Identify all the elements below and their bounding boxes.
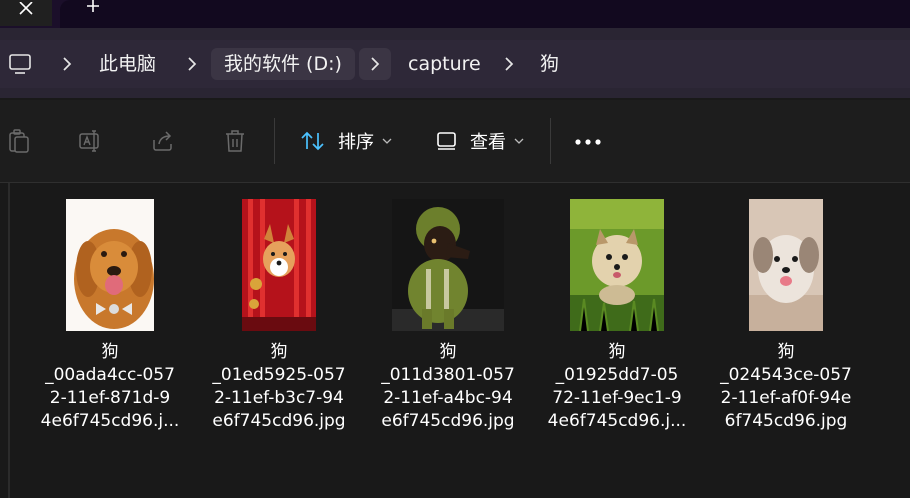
file-thumbnail [242,199,316,331]
this-pc-icon[interactable] [8,52,32,76]
sort-label: 排序 [338,132,374,153]
file-name: 狗 _01925dd7-05 72-11ef-9ec1-9 4e6f745cd9… [547,342,687,431]
chevron-right-icon[interactable] [185,56,199,72]
view-icon [437,132,456,150]
file-item[interactable]: 狗 _01ed5925-057 2-11ef-b3c7-94 e6f745cd9… [194,183,364,443]
file-list: 狗 _00ada4cc-057 2-11ef-871d-9 4e6f745cd9… [0,183,910,498]
file-item[interactable]: 狗 _00ada4cc-057 2-11ef-871d-9 4e6f745cd9… [25,183,195,443]
navigation-pane-edge [8,183,10,498]
file-thumbnail [749,199,823,331]
share-icon[interactable] [150,128,176,154]
rename-icon[interactable] [78,128,104,154]
more-options-icon[interactable] [574,138,602,146]
file-item[interactable]: 狗 _011d3801-057 2-11ef-a4bc-94 e6f745cd9… [363,183,533,443]
new-tab-area [60,0,910,28]
delete-icon[interactable] [222,128,248,154]
file-thumbnail [392,199,504,331]
command-bar: 排序 查看 [0,100,910,183]
sort-button[interactable]: 排序 [300,126,392,156]
view-label: 查看 [470,132,506,153]
title-bar [0,0,910,28]
file-name: 狗 _00ada4cc-057 2-11ef-871d-9 4e6f745cd9… [40,342,180,431]
command-separator [274,118,275,164]
chevron-right-icon[interactable] [60,56,74,72]
chevron-right-icon[interactable] [502,56,516,72]
file-name: 狗 _024543ce-057 2-11ef-af0f-94e 6f745cd9… [720,342,852,431]
file-name: 狗 _01ed5925-057 2-11ef-b3c7-94 e6f745cd9… [212,342,346,431]
command-separator [550,118,551,164]
paste-icon[interactable] [6,128,32,154]
sort-icon [301,131,324,151]
file-thumbnail [66,199,154,331]
view-button[interactable]: 查看 [436,126,524,156]
chevron-down-icon [514,138,524,144]
file-item[interactable]: 狗 _024543ce-057 2-11ef-af0f-94e 6f745cd9… [701,183,871,443]
close-icon [19,2,33,15]
breadcrumb-expand-button[interactable] [359,48,391,80]
address-bar: 此电脑 我的软件 (D:) capture 狗 [0,28,910,98]
chevron-right-icon [371,57,380,71]
file-thumbnail [570,199,664,331]
breadcrumb-this-pc[interactable]: 此电脑 [99,48,156,80]
chevron-down-icon [382,138,392,144]
breadcrumb-drive-d[interactable]: 我的软件 (D:) [211,48,355,80]
file-item[interactable]: 狗 _01925dd7-05 72-11ef-9ec1-9 4e6f745cd9… [532,183,702,443]
breadcrumb-capture[interactable]: capture [408,48,481,80]
breadcrumb-dog-folder[interactable]: 狗 [540,48,559,80]
file-name: 狗 _011d3801-057 2-11ef-a4bc-94 e6f745cd9… [381,342,515,431]
tab-close-button[interactable] [0,0,52,26]
breadcrumb: 此电脑 我的软件 (D:) capture 狗 [0,40,910,88]
plus-icon[interactable] [84,0,102,14]
